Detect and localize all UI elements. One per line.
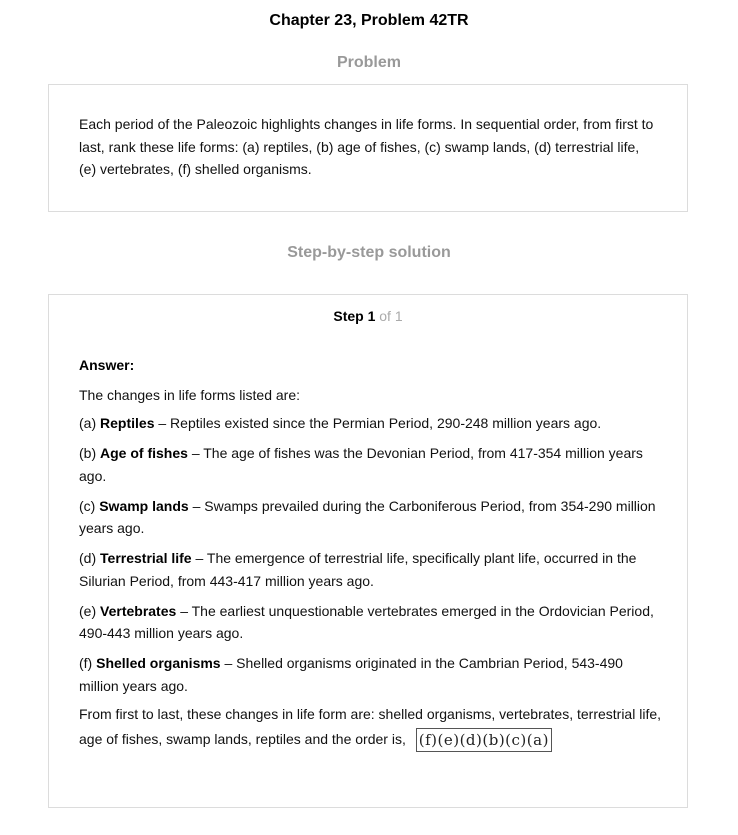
problem-card: Each period of the Paleozoic highlights …: [48, 84, 688, 212]
entry-term: Reptiles: [100, 415, 155, 431]
entry-letter: (c): [79, 497, 96, 514]
list-item: (e) Vertebrates – The earliest unquestio…: [79, 600, 661, 645]
entry-term: Shelled organisms: [96, 655, 221, 671]
entry-term: Swamp lands: [99, 497, 189, 514]
list-item: (c) Swamp lands – Swamps prevailed durin…: [79, 495, 661, 540]
page-title: Chapter 23, Problem 42TR: [269, 12, 469, 29]
list-item: (f) Shelled organisms – Shelled organism…: [79, 652, 661, 697]
life-form-list: (a) Reptiles – Reptiles existed since th…: [79, 412, 661, 705]
conclusion-text: From first to last, these changes in lif…: [79, 706, 662, 747]
answer-intro: The changes in life forms listed are:: [79, 387, 300, 403]
order-answer-box: (f)(e)(d)(b)(c)(a): [415, 728, 552, 753]
entry-term: Vertebrates: [100, 602, 177, 619]
entry-letter: (e): [79, 602, 97, 619]
entry-letter: (b): [79, 445, 97, 461]
solution-heading: Step-by-step solution: [287, 244, 451, 261]
entry-term: Terrestrial life: [100, 550, 192, 566]
answer-label: Answer:: [79, 357, 135, 373]
solution-card: Step 1 of 1 Answer: The changes in life …: [48, 294, 688, 808]
entry-letter: (d): [79, 550, 97, 566]
step-header: Step 1 of 1: [49, 308, 687, 324]
entry-text: – Reptiles existed since the Permian Per…: [158, 415, 602, 431]
step-count: of 1: [379, 308, 403, 324]
list-item: (a) Reptiles – Reptiles existed since th…: [79, 412, 661, 435]
entry-letter: (f): [79, 655, 93, 671]
list-item: (d) Terrestrial life – The emergence of …: [79, 547, 661, 592]
list-item: (b) Age of fishes – The age of fishes wa…: [79, 442, 661, 487]
entry-letter: (a): [79, 415, 97, 431]
step-label: Step 1: [333, 308, 376, 324]
problem-text: Each period of the Paleozoic highlights …: [79, 116, 654, 177]
entry-term: Age of fishes: [100, 445, 188, 461]
problem-heading: Problem: [336, 54, 401, 71]
answer-conclusion: From first to last, these changes in lif…: [79, 702, 662, 753]
